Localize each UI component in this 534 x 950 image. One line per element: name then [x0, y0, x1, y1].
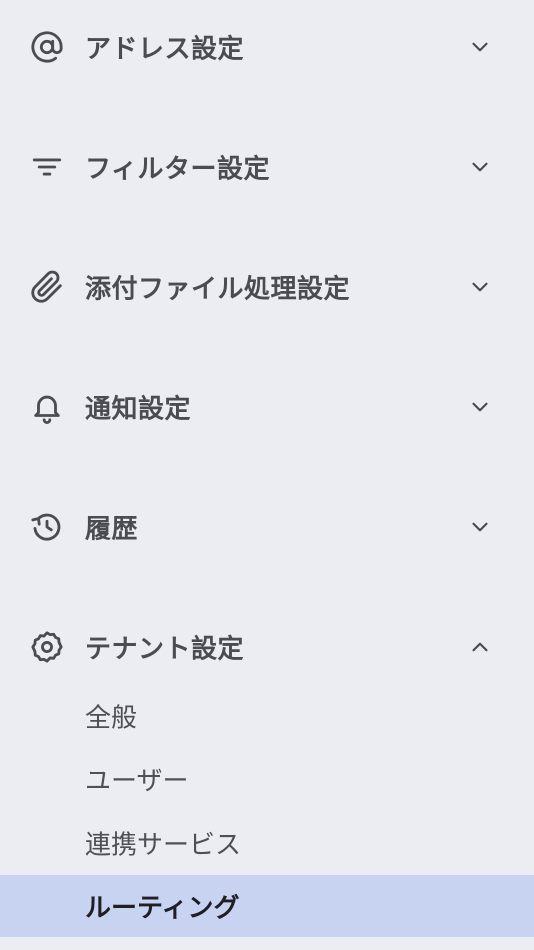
subitem-label: ユーザー	[85, 766, 189, 797]
section-tenant-settings[interactable]: テナント設定	[0, 617, 534, 677]
section-filter-settings[interactable]: フィルター設定	[0, 137, 534, 197]
chevron-down-icon	[466, 33, 494, 61]
tenant-subitem-integrations[interactable]: 連携サービス	[0, 812, 534, 874]
section-label: フィルター設定	[85, 154, 270, 185]
chevron-down-icon	[466, 513, 494, 541]
chevron-down-icon	[466, 153, 494, 181]
tenant-subitem-users[interactable]: ユーザー	[0, 748, 534, 810]
subitem-label: 全般	[85, 703, 138, 734]
chevron-down-icon	[466, 273, 494, 301]
section-address-settings[interactable]: アドレス設定	[0, 17, 534, 77]
subitem-label: 連携サービス	[85, 830, 242, 861]
section-label: 履歴	[85, 514, 139, 545]
section-history[interactable]: 履歴	[0, 497, 534, 557]
section-attachment-settings[interactable]: 添付ファイル処理設定	[0, 257, 534, 317]
section-label: 添付ファイル処理設定	[85, 274, 351, 305]
filter-icon	[30, 150, 64, 184]
tenant-subitem-routing[interactable]: ルーティング	[0, 875, 534, 937]
settings-sidebar: アドレス設定 フィルター設定 添付ファイル処理設定 通知設定 履歴 テナント設定…	[0, 0, 534, 950]
paperclip-icon	[30, 270, 64, 304]
tenant-subitem-general[interactable]: 全般	[0, 685, 534, 747]
at-sign-icon	[30, 30, 64, 64]
section-notification-settings[interactable]: 通知設定	[0, 377, 534, 437]
chevron-up-icon	[466, 633, 494, 661]
bell-icon	[30, 390, 64, 424]
subitem-label: ルーティング	[85, 893, 240, 924]
history-icon	[30, 510, 64, 544]
gear-icon	[30, 630, 64, 664]
section-label: アドレス設定	[85, 34, 245, 65]
section-label: テナント設定	[85, 634, 245, 665]
chevron-down-icon	[466, 393, 494, 421]
section-label: 通知設定	[85, 394, 192, 425]
